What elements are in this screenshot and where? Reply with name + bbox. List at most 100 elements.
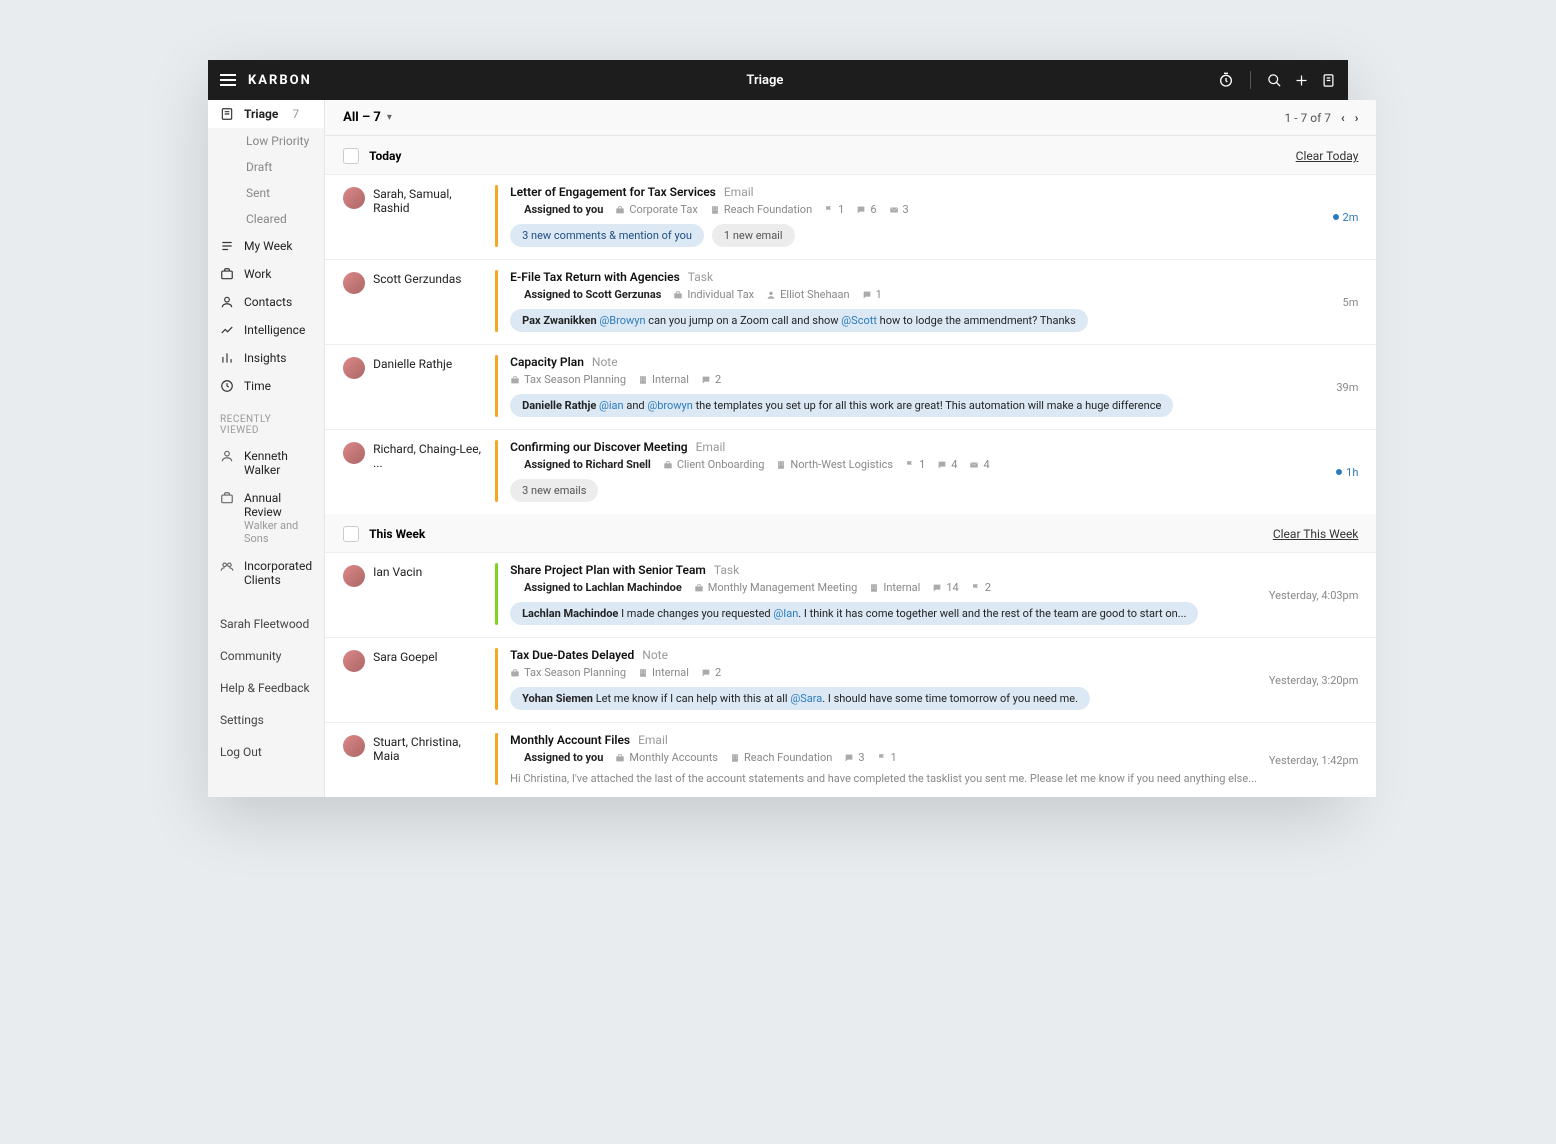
section-label: Today: [369, 149, 401, 163]
footer-item-settings[interactable]: Settings: [208, 704, 324, 736]
building-chip: Internal: [869, 581, 920, 594]
mention-pill[interactable]: Danielle Rathje @ian and @browyn the tem…: [510, 394, 1173, 417]
briefcase-chip: Individual Tax: [673, 288, 754, 301]
triage-card[interactable]: Stuart, Christina, Maia Monthly Account …: [325, 722, 1376, 797]
card-meta: Assigned to Scott Gerzunas Individual Tax…: [510, 288, 1330, 301]
sidebar-item-intelligence[interactable]: Intelligence: [208, 316, 324, 344]
assigned-chip: Assigned to you: [510, 751, 603, 764]
sidebar-item-my-week[interactable]: My Week: [208, 232, 324, 260]
mention-row: Danielle Rathje @ian and @browyn the tem…: [510, 394, 1324, 417]
triage-card[interactable]: Sarah, Samual, Rashid Letter of Engageme…: [325, 174, 1376, 259]
card-time: 1h: [1336, 440, 1358, 502]
section-label: This Week: [369, 527, 425, 541]
card-meta: Assigned to youCorporate TaxReach Founda…: [510, 203, 1320, 216]
sidebar-item-label: Insights: [244, 351, 286, 365]
triage-card[interactable]: Scott Gerzundas E-File Tax Return with A…: [325, 259, 1376, 344]
recent-item[interactable]: Kenneth Walker: [208, 442, 324, 484]
sidebar-sub-cleared[interactable]: Cleared: [208, 206, 324, 232]
recent-item[interactable]: Incorporated Clients: [208, 552, 324, 594]
search-icon[interactable]: [1267, 73, 1282, 88]
recent-icon: [220, 449, 234, 463]
menu-icon[interactable]: [220, 74, 236, 86]
sidebar-sub-sent[interactable]: Sent: [208, 180, 324, 206]
card-body: Monthly Account Files Email Assigned to …: [510, 733, 1257, 785]
sidebar-item-label: Work: [244, 267, 271, 281]
comment-chip: 6: [856, 203, 876, 216]
triage-card[interactable]: Ian Vacin Share Project Plan with Senior…: [325, 552, 1376, 637]
sidebar-item-contacts[interactable]: Contacts: [208, 288, 324, 316]
sidebar-item-label: Triage: [244, 107, 278, 121]
avatar: [343, 187, 365, 209]
card-body: Tax Due-Dates Delayed Note Tax Season Pl…: [510, 648, 1257, 710]
mention-pill[interactable]: Pax Zwanikken @Browyn can you jump on a …: [510, 309, 1088, 332]
mail-chip: 4: [969, 458, 989, 471]
sidebar-item-work[interactable]: Work: [208, 260, 324, 288]
sidebar-item-label: Contacts: [244, 295, 292, 309]
pager: 1 - 7 of 7 ‹ ›: [1285, 111, 1359, 125]
status-bar: [495, 440, 498, 502]
badge-count: 7: [292, 107, 299, 121]
plus-icon[interactable]: [1294, 73, 1309, 88]
card-time: 2m: [1333, 185, 1359, 247]
filter-bar: All – 7 ▾ 1 - 7 of 7 ‹ ›: [325, 100, 1376, 136]
topbar: KARBON Triage: [208, 60, 1348, 100]
sidebar-item-triage[interactable]: Triage 7: [208, 100, 324, 128]
card-meta: Assigned to youMonthly AccountsReach Fou…: [510, 751, 1257, 764]
footer-item-sarah-fleetwood[interactable]: Sarah Fleetwood: [208, 608, 324, 640]
my week-icon: [220, 239, 234, 253]
sidebar-item-insights[interactable]: Insights: [208, 344, 324, 372]
footer-item-help-feedback[interactable]: Help & Feedback: [208, 672, 324, 704]
notes-icon[interactable]: [1321, 73, 1336, 88]
contacts-icon: [220, 295, 234, 309]
filter-label[interactable]: All – 7: [343, 110, 381, 125]
card-meta: Assigned to Richard SnellClient Onboardi…: [510, 458, 1324, 471]
main-panel: All – 7 ▾ 1 - 7 of 7 ‹ › Today Clear Toda…: [325, 100, 1376, 797]
assigned-chip: Assigned to you: [510, 203, 603, 216]
section-header: Today Clear Today: [325, 136, 1376, 174]
sidebar-item-time[interactable]: Time: [208, 372, 324, 400]
app-window: KARBON Triage Triage7Low PriorityDraftSe…: [208, 60, 1348, 797]
sidebar-sub-low-priority[interactable]: Low Priority: [208, 128, 324, 154]
people-names: Scott Gerzundas: [373, 272, 461, 286]
people-names: Stuart, Christina, Maia: [373, 735, 483, 763]
card-subject: Share Project Plan with Senior Team: [510, 563, 706, 577]
sidebar-sub-draft[interactable]: Draft: [208, 154, 324, 180]
triage-card[interactable]: Sara Goepel Tax Due-Dates Delayed Note T…: [325, 637, 1376, 722]
page-title: Triage: [312, 73, 1218, 88]
chevron-down-icon[interactable]: ▾: [387, 112, 392, 123]
triage-card[interactable]: Richard, Chaing-Lee, ... Confirming our …: [325, 429, 1376, 514]
timer-icon[interactable]: [1218, 72, 1234, 88]
avatar: [343, 357, 365, 379]
section-checkbox[interactable]: [343, 148, 359, 164]
pill[interactable]: 3 new comments & mention of you: [510, 224, 704, 247]
people-names: Danielle Rathje: [373, 357, 452, 371]
flag-chip: 1: [905, 458, 925, 471]
recent-item-sub: Walker and Sons: [244, 519, 312, 545]
status-bar: [495, 733, 498, 785]
mention-row: Lachlan Machindoe I made changes you req…: [510, 602, 1257, 625]
card-time: Yesterday, 4:03pm: [1269, 563, 1359, 625]
brand-logo: KARBON: [248, 73, 312, 88]
triage-card[interactable]: Danielle Rathje Capacity Plan Note Tax S…: [325, 344, 1376, 429]
assigned-chip: Assigned to Scott Gerzunas: [510, 288, 661, 301]
pager-next-icon[interactable]: ›: [1355, 111, 1359, 125]
mention-pill[interactable]: Lachlan Machindoe I made changes you req…: [510, 602, 1198, 625]
clear-link[interactable]: Clear This Week: [1273, 527, 1359, 541]
card-type: Email: [724, 185, 754, 199]
card-time: Yesterday, 3:20pm: [1269, 648, 1359, 710]
clear-link[interactable]: Clear Today: [1296, 149, 1359, 163]
pill[interactable]: 1 new email: [712, 224, 795, 247]
recent-item[interactable]: Annual ReviewWalker and Sons: [208, 484, 324, 552]
mention-pill[interactable]: Yohan Siemen Let me know if I can help w…: [510, 687, 1090, 710]
footer-item-community[interactable]: Community: [208, 640, 324, 672]
section-checkbox[interactable]: [343, 526, 359, 542]
pill[interactable]: 3 new emails: [510, 479, 598, 502]
card-subject: Capacity Plan: [510, 355, 584, 369]
mail-chip: 3: [889, 203, 909, 216]
footer-item-log-out[interactable]: Log Out: [208, 736, 324, 768]
avatar: [343, 565, 365, 587]
pager-prev-icon[interactable]: ‹: [1341, 111, 1345, 125]
card-people: Sara Goepel: [343, 648, 483, 710]
assigned-chip: Assigned to Richard Snell: [510, 458, 651, 471]
insights-icon: [220, 351, 234, 365]
